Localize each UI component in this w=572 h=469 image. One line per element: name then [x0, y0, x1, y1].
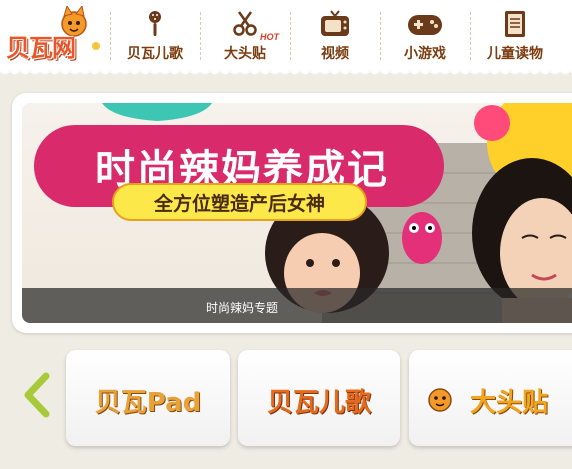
nav-item-photo-sticker[interactable]: HOT 大头贴 [200, 0, 290, 70]
nav-item-books[interactable]: 儿童读物 [470, 0, 560, 70]
promo-banner[interactable]: 时尚辣妈养成记 全方位塑造产后女神 时尚辣妈专题 [22, 103, 572, 323]
gamepad-icon [408, 15, 442, 35]
chevron-left-icon[interactable] [22, 372, 52, 418]
app-card-songs[interactable]: 贝瓦儿歌 [238, 350, 400, 446]
app-card-pad[interactable]: 贝瓦Pad [66, 350, 230, 446]
app-logo-songs: 贝瓦儿歌 [266, 388, 371, 418]
top-nav: 贝瓦网 贝瓦儿歌 HOT 大头贴 视频 小游戏 儿童读物 [0, 0, 572, 77]
app-logo-pad: 贝瓦Pad [94, 388, 202, 418]
nav-item-games[interactable]: 小游戏 [380, 0, 470, 70]
nav-label: 小游戏 [404, 46, 446, 62]
scissors-icon [233, 11, 257, 36]
banner-subtitle: 全方位塑造产后女神 [153, 193, 325, 215]
tv-icon [321, 10, 349, 36]
nav-label: 儿童读物 [487, 46, 543, 62]
logo-text: 贝瓦网 [6, 34, 76, 62]
banner-caption[interactable]: 时尚辣妈专题 [22, 299, 462, 316]
site-logo[interactable]: 贝瓦网 [4, 6, 102, 62]
book-icon [505, 11, 525, 37]
nav-label: 视频 [321, 46, 349, 62]
nav-label: 贝瓦儿歌 [127, 46, 183, 62]
microphone-icon [149, 11, 161, 36]
app-card-sticker[interactable]: 大头贴 [409, 350, 572, 446]
app-logo-sticker: 大头贴 [469, 388, 548, 418]
nav-label: 大头贴 [224, 46, 266, 62]
nav-item-songs[interactable]: 贝瓦儿歌 [110, 0, 200, 70]
nav-item-video[interactable]: 视频 [290, 0, 380, 70]
hot-badge: HOT [260, 32, 279, 42]
